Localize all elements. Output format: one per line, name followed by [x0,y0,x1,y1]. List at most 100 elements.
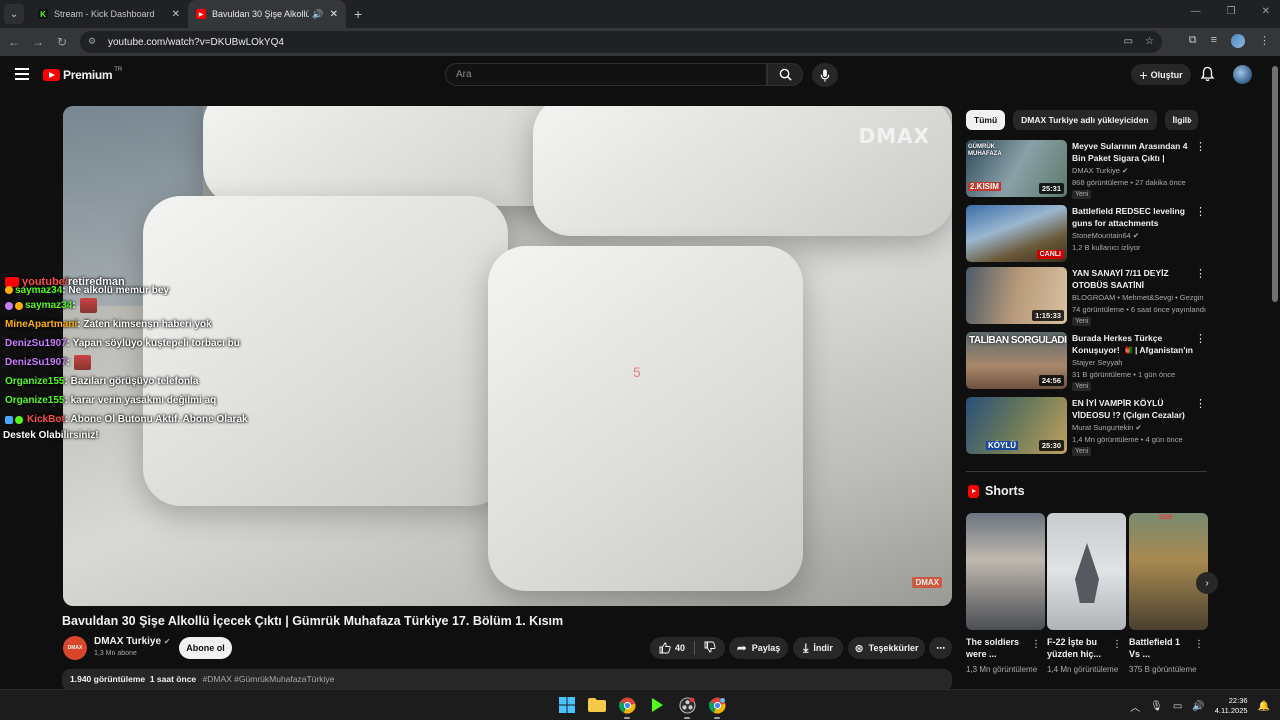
browser-menu-icon[interactable]: ⋮ [1259,34,1270,48]
clock[interactable]: 22:36 4.11.2025 [1215,696,1248,716]
reload-icon[interactable]: ↻ [50,35,74,49]
search-button[interactable] [767,63,803,86]
recommendation-item[interactable]: KÖYLÜ 25:30 EN İYİ VAMPİR KÖYLÜ VİDEOSU … [966,397,1208,456]
recommendation-item[interactable]: CANLI Battlefield REDSEC leveling guns f… [966,205,1208,263]
search-input[interactable]: Ara [445,63,767,86]
account-avatar[interactable] [1233,65,1252,84]
tab-youtube-video[interactable]: ▶ Bavuldan 30 Şişe Alkollü İç 🔊 ✕ [188,0,346,28]
more-vert-icon[interactable]: ⋮ [1031,639,1041,650]
page-scrollbar[interactable] [1272,66,1278,302]
tab-title: Bavuldan 30 Şişe Alkollü İç [212,9,310,19]
verified-icon: ✔ [1132,231,1140,240]
short-thumbnail [1047,513,1126,630]
video-thumbnail: TALİBAN SORGULADI 24:56 [966,332,1067,389]
speaker-icon[interactable]: 🔊 [312,9,323,20]
shorts-header: Shorts [968,484,1025,498]
channel-name[interactable]: DMAX Turkiye ✔ [94,636,171,647]
tab-title: Stream - Kick Dashboard [54,9,155,19]
forward-icon[interactable]: → [26,35,50,49]
chrome-icon[interactable] [616,694,638,719]
notifications-button[interactable] [1200,66,1215,87]
chevron-right-icon[interactable]: › [1188,113,1192,127]
notification-bell-icon[interactable]: 🔔 [1258,701,1270,712]
more-vert-icon[interactable]: ⋮ [1195,397,1206,410]
thanks-label: Teşekkürler [868,643,919,653]
window-controls: — ❐ ✕ [1191,6,1270,17]
tab-search-button[interactable]: ⌄ [4,4,24,24]
badge-icon [5,301,13,310]
menu-icon[interactable] [15,68,29,80]
chip-from-uploader[interactable]: DMAX Turkiye adlı yükleyiciden [1013,110,1157,130]
upload-age: 1 saat önce [149,674,197,684]
recommendation-item[interactable]: 1:15:33 YAN SANAYİ 7/11 DEYİZ OTOBÜS SAA… [966,267,1208,326]
voice-search-button[interactable] [812,63,838,87]
profile-avatar-icon[interactable] [1231,34,1245,48]
network-icon[interactable]: ▭ [1173,701,1182,712]
hashtags[interactable]: #DMAX #GümrükMuhafazaTürkiye [203,674,335,684]
tab-close-icon[interactable]: ✕ [330,9,338,20]
recommendation-item[interactable]: TALİBAN SORGULADI 24:56 Burada Herkes Tü… [966,332,1208,391]
subscribe-button[interactable]: Abone ol [179,637,232,659]
extensions-icon[interactable]: ⧉ [1189,34,1197,48]
download-button[interactable]: ⤓ İndir [793,637,843,659]
chevron-up-icon[interactable]: ︿ [1130,699,1140,714]
short-item[interactable]: F-22 İşte bu yüzden hiç... 1,4 Mn görünt… [1047,513,1126,674]
chrome-profile-icon[interactable] [706,694,728,719]
more-actions-button[interactable]: ⋯ [929,637,952,659]
duration-badge: 24:56 [1038,375,1064,386]
obs-icon[interactable] [676,694,698,719]
chat-username: DenizSu1907 [5,338,67,349]
more-vert-icon[interactable]: ⋮ [1194,639,1204,650]
more-vert-icon[interactable]: ⋮ [1112,639,1122,650]
more-vert-icon[interactable]: ⋮ [1195,332,1206,345]
chat-text: : [72,300,76,311]
volume-icon[interactable]: 🔊 [1192,701,1204,712]
video-title: Bavuldan 30 Şişe Alkollü İçecek Çıktı | … [62,614,564,628]
channel-name: Murat Sungurtekin [1072,423,1134,432]
youtube-logo[interactable]: Premium TR [43,67,122,82]
thanks-button[interactable]: ⊛ Teşekkürler [848,637,925,659]
reading-list-icon[interactable]: ≡ [1211,34,1217,48]
close-window-icon[interactable]: ✕ [1262,6,1270,17]
new-badge: Yeni [1072,317,1092,326]
dislike-button[interactable] [704,641,716,655]
chip-all[interactable]: Tümü [966,110,1006,130]
chat-message: DenizSu1907 : Yapan söylüyo kuştepeli to… [0,334,260,353]
create-button[interactable]: + Oluştur [1131,64,1191,85]
more-vert-icon[interactable]: ⋮ [1195,267,1206,280]
shorts-next-button[interactable]: › [1196,572,1218,594]
microphone-icon[interactable]: 🎙 [1150,701,1163,712]
maximize-icon[interactable]: ❐ [1227,6,1236,17]
like-button[interactable]: 40 [659,642,685,654]
minimize-icon[interactable]: — [1191,6,1201,17]
file-explorer-icon[interactable] [586,694,608,716]
new-badge: Yeni [1072,447,1092,456]
new-tab-button[interactable]: + [354,6,362,22]
address-bar[interactable]: ⚙ youtube.com/watch?v=DKUBwLOkYQ4 ▭ ☆ [80,31,1162,53]
media-player-icon[interactable] [646,694,668,716]
clock-date: 4.11.2025 [1214,706,1248,715]
description-box[interactable]: 1.940 görüntüleme 1 saat önce #DMAX #Güm… [62,669,952,691]
recommendation-item[interactable]: GÜMRÜK MUHAFAZA 2.KISIM 25:31 Meyve Sula… [966,140,1208,199]
chat-text: : Yapan söylüyo kuştepeli torbacı bu [66,338,240,349]
chat-message-continuation: Destek Olabilirsiniz! [0,426,260,445]
cast-icon[interactable]: ▭ [1124,36,1133,47]
bookmark-star-icon[interactable]: ☆ [1145,36,1154,47]
share-button[interactable]: ➦ Paylaş [729,637,788,659]
chat-text: : Zaten kimsenşn haberi yok [77,319,212,330]
short-item[interactable]: 2026 Battlefield 1 Vs ... 375 B görüntül… [1129,513,1208,674]
duration-badge: 25:30 [1038,440,1064,451]
url-text: youtube.com/watch?v=DKUBwLOkYQ4 [108,36,284,48]
tab-close-icon[interactable]: ✕ [172,9,180,20]
chip-related[interactable]: İlgili [1164,110,1198,130]
dmax-small-watermark: DMAX [912,577,942,588]
site-info-icon[interactable]: ⚙ [88,36,100,48]
start-button[interactable] [556,694,578,716]
more-vert-icon[interactable]: ⋮ [1195,205,1206,218]
video-meta: 1,2 B kullanıcı izliyor [1072,243,1141,252]
back-icon[interactable]: ← [2,35,26,49]
tab-kick-dashboard[interactable]: K Stream - Kick Dashboard ✕ [30,0,188,28]
channel-avatar[interactable]: DMAX [63,636,87,660]
short-item[interactable]: The soldiers were ... 1,3 Mn görüntüleme… [966,513,1045,674]
more-vert-icon[interactable]: ⋮ [1195,140,1206,153]
